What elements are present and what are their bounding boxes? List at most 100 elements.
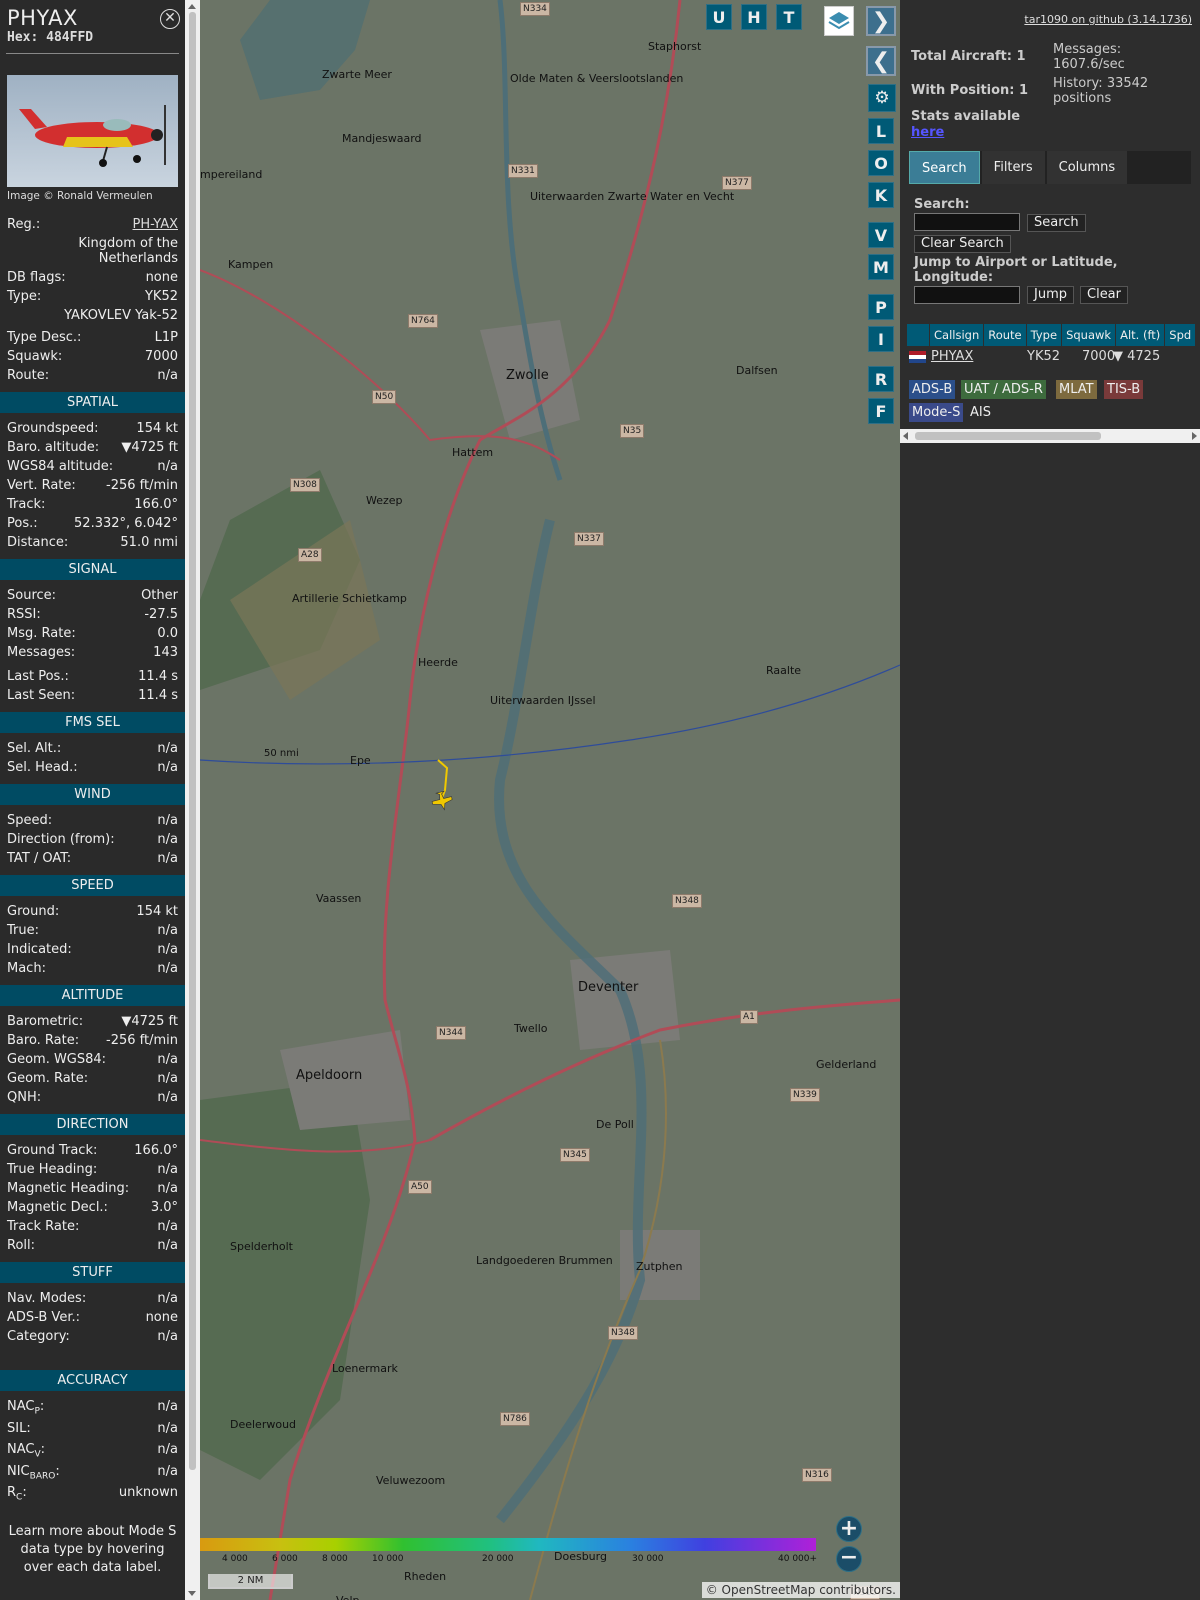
direction-label: Magnetic Decl.:	[7, 1200, 108, 1215]
altitude-tick-label: 30 000	[632, 1554, 664, 1564]
route-value: n/a	[157, 368, 178, 383]
search-button[interactable]: Search	[1027, 214, 1086, 232]
image-credit: Image © Ronald Vermeulen	[7, 190, 153, 202]
map-attribution[interactable]: © OpenStreetMap contributors.	[701, 1582, 900, 1598]
map-place-label: Gelderland	[816, 1058, 877, 1071]
search-input[interactable]	[914, 213, 1020, 231]
aircraft-photo[interactable]	[7, 75, 178, 187]
col-type[interactable]: Type	[1026, 324, 1062, 346]
signal-label: Msg. Rate:	[7, 626, 76, 641]
map-place-label: Deelerwoud	[230, 1418, 297, 1431]
netherlands-flag-icon	[909, 351, 926, 363]
col-spd[interactable]: Spd	[1165, 324, 1196, 346]
clear-button[interactable]: Clear	[1080, 286, 1128, 304]
layers-icon[interactable]	[824, 6, 854, 36]
col-route[interactable]: Route	[984, 324, 1026, 346]
speed-row: Mach: n/a	[0, 959, 185, 978]
scroll-down-arrow-icon[interactable]	[188, 1591, 196, 1596]
hscroll-thumb[interactable]	[915, 432, 1101, 440]
map-button-t[interactable]: T	[776, 4, 802, 30]
spatial-value: 154 kt	[136, 421, 178, 436]
jump-input[interactable]	[914, 286, 1020, 304]
row-callsign[interactable]: PHYAX	[931, 349, 973, 364]
col-flag[interactable]	[907, 324, 929, 346]
reg-link[interactable]: PH-YAX	[133, 215, 179, 234]
tab-columns[interactable]: Columns	[1046, 151, 1128, 184]
expand-left-icon[interactable]: ❮	[866, 46, 896, 76]
spatial-row: Pos.: 52.332°, 6.042°	[0, 514, 185, 533]
map-button-m[interactable]: M	[868, 254, 894, 280]
map-place-label: Rheden	[404, 1570, 447, 1583]
col-callsign[interactable]: Callsign	[930, 324, 984, 346]
direction-label: Roll:	[7, 1238, 36, 1253]
source-badge: Mode-S	[909, 403, 964, 422]
accuracy-row: NICBARO: n/a	[0, 1462, 185, 1484]
collapse-right-icon[interactable]: ❯	[866, 6, 896, 36]
signal-row: RSSI: -27.5	[0, 605, 185, 624]
table-hscrollbar[interactable]	[900, 429, 1200, 443]
map-button-i[interactable]: I	[868, 326, 894, 352]
map-button-v[interactable]: V	[868, 222, 894, 248]
map-button-f[interactable]: F	[868, 398, 894, 424]
map-place-label: Zwolle	[506, 368, 549, 383]
altitude-label: Barometric:	[7, 1014, 84, 1029]
tab-search[interactable]: Search	[909, 151, 980, 184]
wind-label: Speed:	[7, 813, 53, 828]
zoom-out-button[interactable]: −	[836, 1546, 862, 1572]
map-place-label: Twello	[514, 1022, 548, 1035]
map-button-p[interactable]: P	[868, 294, 894, 320]
zoom-in-button[interactable]: +	[836, 1516, 862, 1542]
aircraft-info-sidebar: PHYAX Hex: 484FFD ✕ Image © Ronald Verme…	[0, 0, 185, 1600]
col-alt[interactable]: Alt. (ft)	[1116, 324, 1165, 346]
close-icon[interactable]: ✕	[160, 9, 180, 29]
sidebar-scrollbar[interactable]	[185, 0, 200, 1600]
scroll-right-arrow-icon[interactable]	[1192, 432, 1197, 440]
signal-row: Msg. Rate: 0.0	[0, 624, 185, 643]
jump-button[interactable]: Jump	[1027, 286, 1074, 304]
github-link[interactable]: tar1090 on github (3.14.1736)	[1024, 13, 1192, 26]
scroll-up-arrow-icon[interactable]	[188, 4, 196, 9]
settings-gear-icon[interactable]: ⚙	[868, 84, 896, 112]
signal-label: Last Pos.:	[7, 669, 69, 684]
map-button-u[interactable]: U	[706, 4, 732, 30]
callsign-title: PHYAX	[7, 6, 78, 30]
map-place-label: Vaassen	[316, 892, 362, 905]
map-place-label: Zwarte Meer	[322, 68, 392, 81]
tab-filters[interactable]: Filters	[981, 151, 1045, 184]
clear-search-button[interactable]: Clear Search	[914, 235, 1011, 253]
source-badge: AIS	[967, 403, 994, 422]
altitude-tick-label: 4 000	[222, 1554, 248, 1564]
map-button-h[interactable]: H	[741, 4, 767, 30]
map-place-label: N377	[722, 176, 752, 190]
wind-label: TAT / OAT:	[7, 851, 72, 866]
altitude-label: Geom. Rate:	[7, 1071, 89, 1086]
spatial-value: -256 ft/min	[106, 478, 178, 493]
spatial-row: Baro. altitude: ▼4725 ft	[0, 438, 185, 457]
map-place-label: Kampen	[228, 258, 274, 271]
speed-row: Ground: 154 kt	[0, 902, 185, 921]
sidebar-scroll-thumb[interactable]	[189, 12, 196, 1470]
map-button-k[interactable]: K	[868, 182, 894, 208]
right-panel: tar1090 on github (3.14.1736) Total Airc…	[900, 0, 1200, 1600]
map-button-r[interactable]: R	[868, 366, 894, 392]
map-button-o[interactable]: O	[868, 150, 894, 176]
map-place-label: Wezep	[366, 494, 403, 507]
spatial-value: ▼4725 ft	[121, 440, 178, 455]
stats-link[interactable]: here	[911, 125, 944, 140]
reg-label: Reg.:	[7, 217, 41, 232]
header-divider	[6, 53, 179, 54]
map-view[interactable]: N334 Staphorst Zwarte Meer Olde Maten & Vee…	[200, 0, 900, 1600]
wind-label: Direction (from):	[7, 832, 115, 847]
type-name-row: YAKOVLEV Yak-52	[0, 306, 185, 325]
table-row[interactable]: PHYAX YK52 7000 ▼ 4725	[907, 349, 1200, 367]
fms-value: n/a	[157, 760, 178, 775]
map-place-label: Raalte	[766, 664, 802, 677]
squawk-row: Squawk: 7000	[0, 347, 185, 366]
altitude-value: n/a	[157, 1090, 178, 1105]
scroll-left-arrow-icon[interactable]	[903, 432, 908, 440]
map-place-label: Staphorst	[648, 40, 702, 53]
map-button-l[interactable]: L	[868, 118, 894, 144]
col-squawk[interactable]: Squawk	[1062, 324, 1116, 346]
squawk-value: 7000	[144, 349, 178, 364]
map-place-label: Uiterwaarden IJssel	[490, 694, 596, 707]
